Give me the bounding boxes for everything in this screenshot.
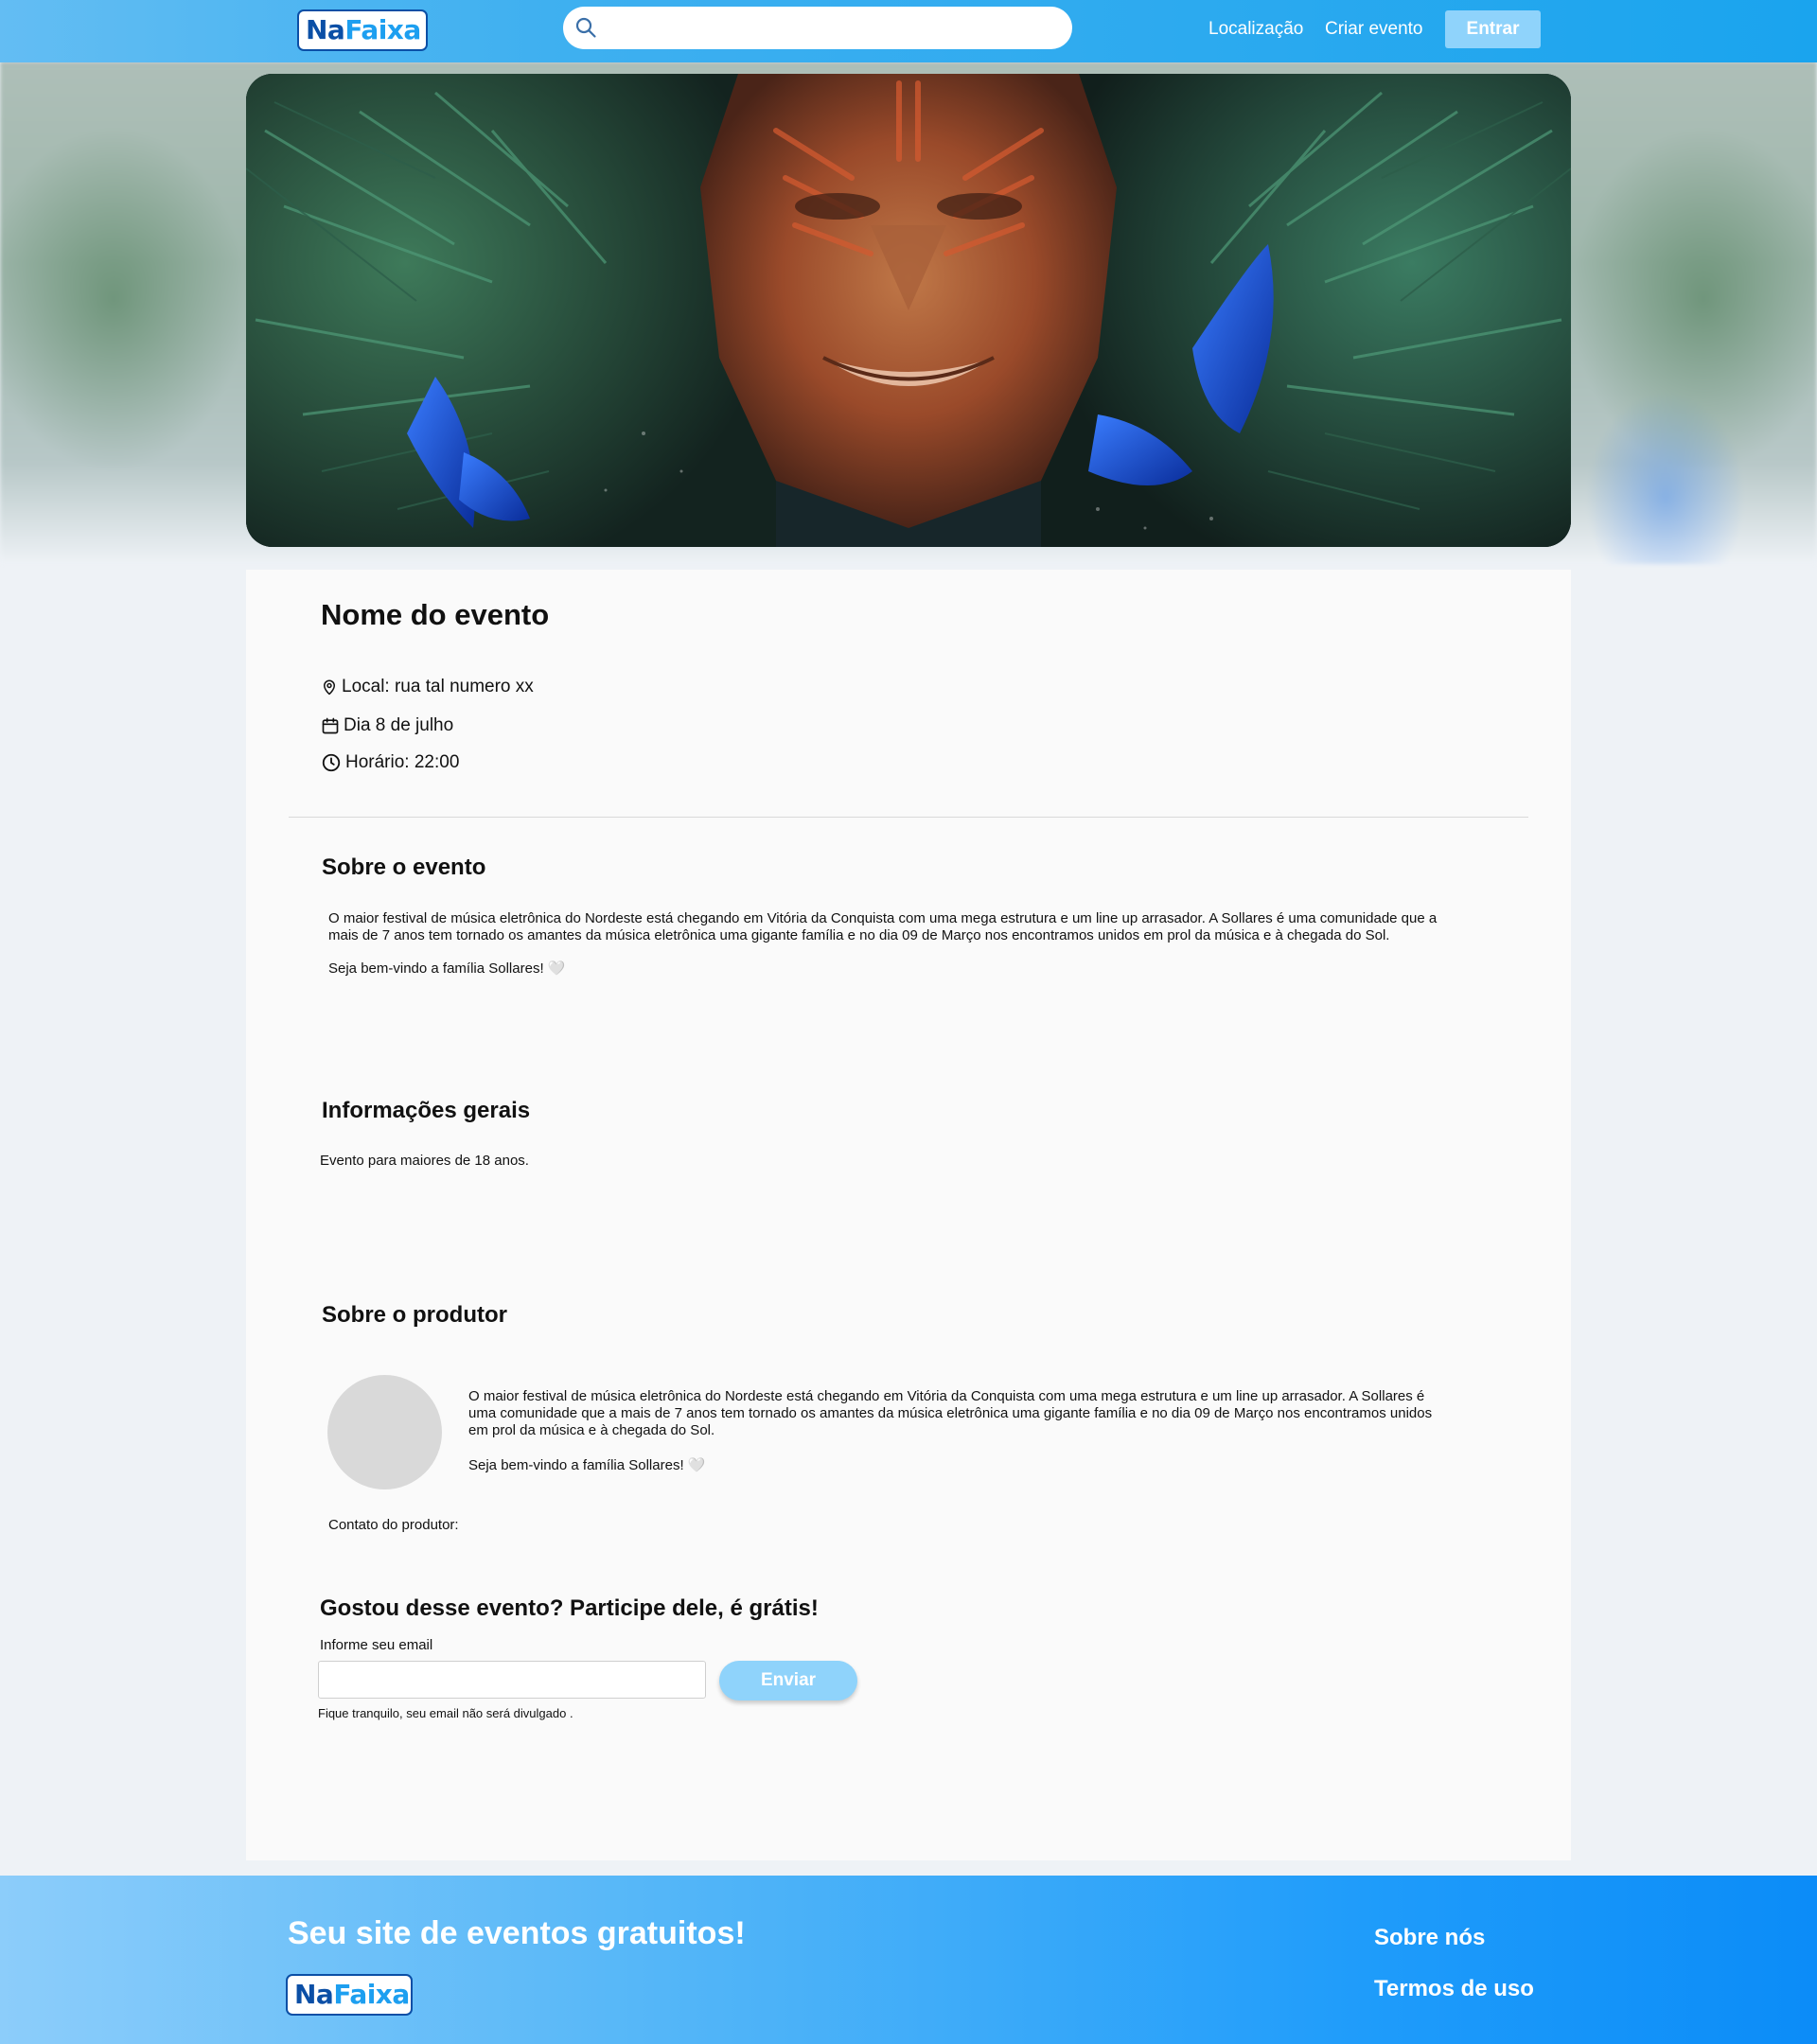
producer-heading: Sobre o produtor (322, 1302, 507, 1328)
event-date: Dia 8 de julho (344, 715, 454, 735)
footer-brand-logo[interactable]: Na Faixa (286, 1974, 413, 2016)
event-location: Local: rua tal numero xx (342, 677, 534, 696)
nav-link-location[interactable]: Localização (1208, 19, 1303, 40)
login-button[interactable]: Entrar (1445, 10, 1541, 48)
footer-logo-part2: Faixa (333, 1979, 410, 2010)
event-time-row: Horário: 22:00 (321, 752, 459, 773)
footer-link-terms[interactable]: Termos de uso (1374, 1976, 1534, 2002)
event-date-row: Dia 8 de julho (321, 715, 453, 736)
top-navbar: Na Faixa Localização Criar evento Entrar (0, 0, 1817, 62)
footer-logo-part1: Na (294, 1979, 334, 2010)
event-time: Horário: 22:00 (345, 752, 460, 772)
about-event-text: O maior festival de música eletrônica do… (328, 910, 1438, 943)
footer (0, 1876, 1817, 2044)
brand-logo-part2: Faixa (344, 14, 421, 45)
nav-link-create-event[interactable]: Criar evento (1325, 19, 1423, 40)
about-event-welcome: Seja bem-vindo a família Sollares! 🤍 (328, 960, 896, 978)
about-event-heading: Sobre o evento (322, 855, 486, 880)
brand-logo-part1: Na (306, 14, 345, 45)
submit-button[interactable]: Enviar (719, 1661, 857, 1700)
producer-contact-label: Contato do produtor: (328, 1517, 459, 1533)
calendar-icon (322, 717, 339, 734)
producer-welcome-text: Seja bem-vindo a família Sollares! (468, 1457, 684, 1473)
event-title: Nome do evento (321, 598, 550, 631)
event-banner-illustration (246, 74, 1571, 547)
producer-text: O maior festival de música eletrônica do… (468, 1388, 1433, 1438)
brand-logo[interactable]: Na Faixa (297, 9, 428, 51)
signup-heading: Gostou desse evento? Participe dele, é g… (320, 1595, 819, 1621)
heart-icon: 🤍 (547, 960, 566, 977)
producer-avatar (327, 1375, 442, 1489)
search-input[interactable] (606, 11, 1064, 46)
producer-welcome: Seja bem-vindo a família Sollares! 🤍 (468, 1457, 1036, 1474)
footer-tagline: Seu site de eventos gratuitos! (288, 1915, 746, 1951)
map-pin-icon (324, 679, 335, 696)
about-event-welcome-text: Seja bem-vindo a família Sollares! (328, 960, 544, 977)
email-label: Informe seu email (320, 1637, 433, 1653)
general-info-text: Evento para maiores de 18 anos. (320, 1153, 529, 1169)
search-icon[interactable] (574, 16, 597, 39)
event-banner-image (246, 74, 1571, 547)
email-input[interactable] (318, 1661, 706, 1699)
email-privacy-note: Fique tranquilo, seu email não será divu… (318, 1706, 573, 1720)
event-location-row: Local: rua tal numero xx (321, 677, 534, 697)
section-divider (289, 817, 1528, 818)
heart-icon: 🤍 (687, 1457, 706, 1473)
footer-link-about-us[interactable]: Sobre nós (1374, 1925, 1485, 1951)
clock-icon (322, 753, 341, 772)
general-info-heading: Informações gerais (322, 1098, 531, 1123)
